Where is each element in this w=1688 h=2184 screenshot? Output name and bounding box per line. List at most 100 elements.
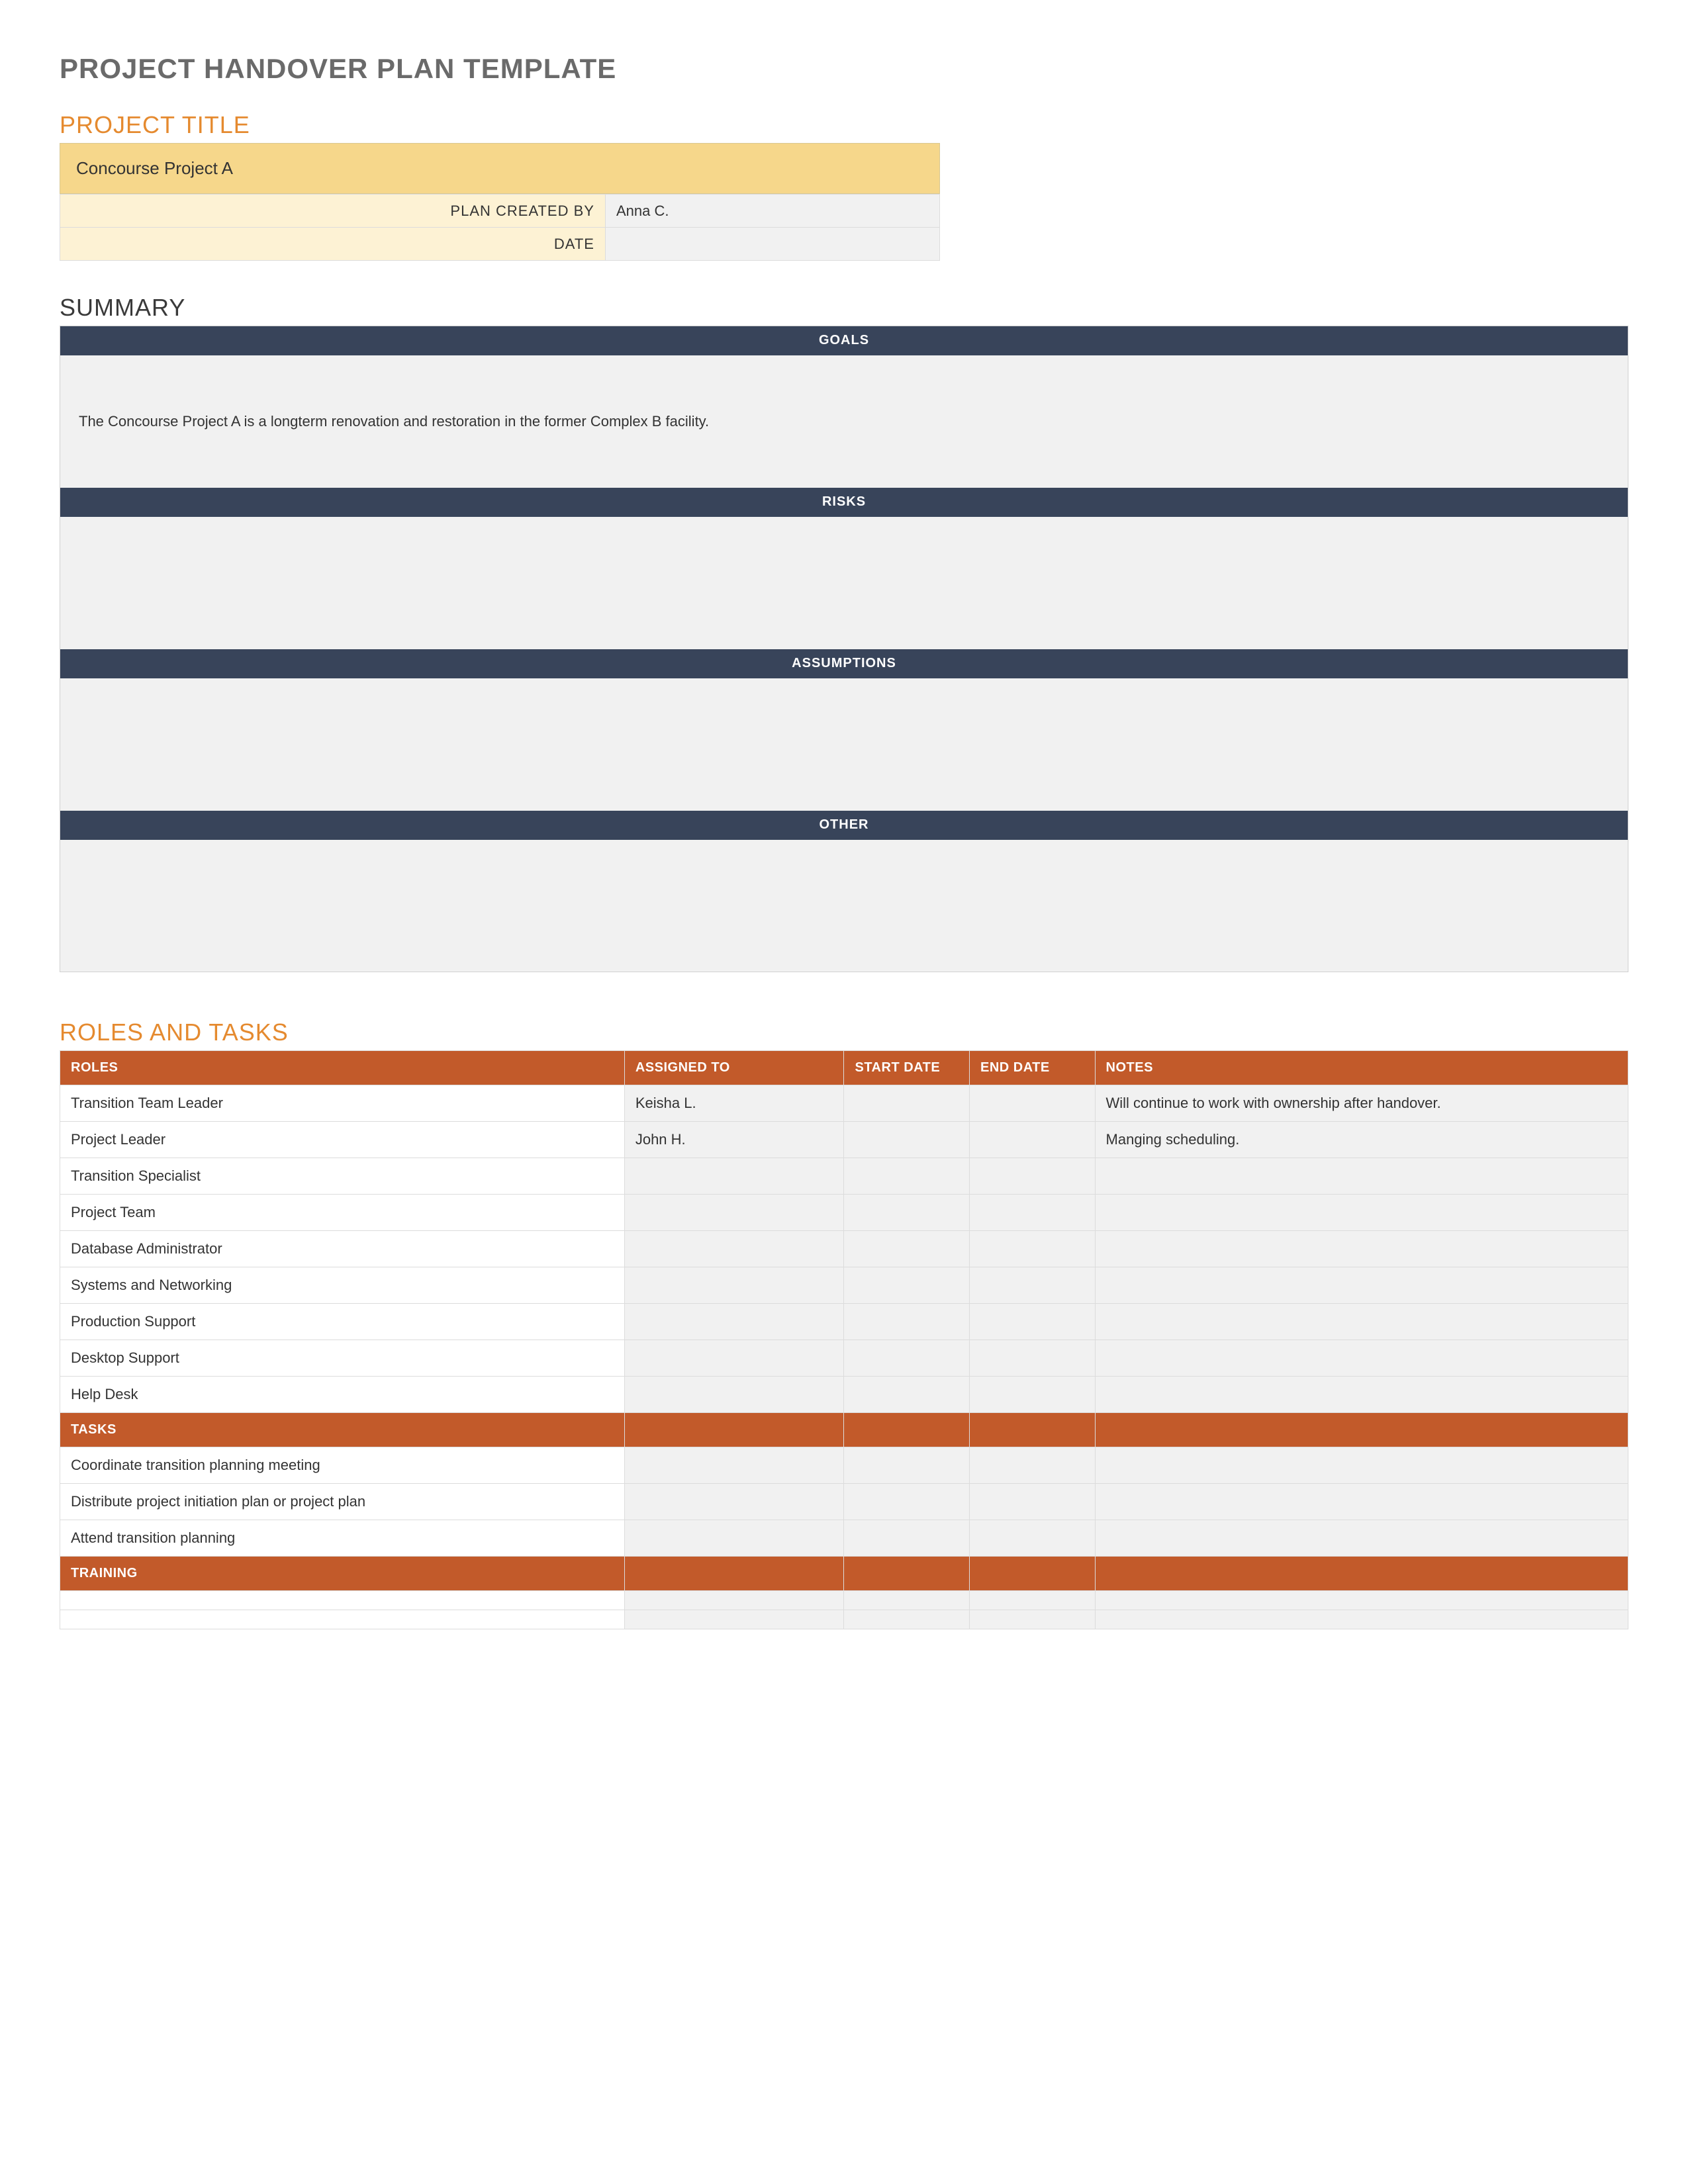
cell-role[interactable]: Coordinate transition planning meeting <box>60 1447 625 1484</box>
cell-end[interactable] <box>970 1520 1096 1557</box>
training-subheader: TRAINING <box>60 1557 1628 1591</box>
summary-other-content[interactable] <box>60 840 1628 972</box>
cell-notes[interactable] <box>1095 1231 1628 1267</box>
cell-role[interactable] <box>60 1610 625 1629</box>
col-roles: ROLES <box>60 1051 625 1085</box>
roles-row: Transition Specialist <box>60 1158 1628 1195</box>
cell-start[interactable] <box>844 1520 970 1557</box>
cell-role[interactable]: Help Desk <box>60 1377 625 1413</box>
cell-notes[interactable] <box>1095 1158 1628 1195</box>
cell-assigned[interactable] <box>624 1520 844 1557</box>
cell-start[interactable] <box>844 1267 970 1304</box>
document-title: PROJECT HANDOVER PLAN TEMPLATE <box>60 53 1628 85</box>
cell-role[interactable]: Distribute project initiation plan or pr… <box>60 1484 625 1520</box>
training-row <box>60 1610 1628 1629</box>
cell-start[interactable] <box>844 1122 970 1158</box>
tasks-row: Attend transition planning <box>60 1520 1628 1557</box>
project-title-value[interactable]: Concourse Project A <box>60 143 940 194</box>
cell-start[interactable] <box>844 1591 970 1610</box>
cell-start[interactable] <box>844 1304 970 1340</box>
cell-notes[interactable] <box>1095 1267 1628 1304</box>
cell-end[interactable] <box>970 1304 1096 1340</box>
cell-end[interactable] <box>970 1447 1096 1484</box>
cell-notes[interactable]: Will continue to work with ownership aft… <box>1095 1085 1628 1122</box>
cell-end[interactable] <box>970 1484 1096 1520</box>
cell-end[interactable] <box>970 1591 1096 1610</box>
cell-assigned[interactable] <box>624 1447 844 1484</box>
tasks-row: Distribute project initiation plan or pr… <box>60 1484 1628 1520</box>
cell-assigned[interactable] <box>624 1195 844 1231</box>
cell-assigned[interactable] <box>624 1484 844 1520</box>
cell-assigned[interactable] <box>624 1304 844 1340</box>
roles-row: Project LeaderJohn H. Manging scheduling. <box>60 1122 1628 1158</box>
cell-start[interactable] <box>844 1158 970 1195</box>
cell-end[interactable] <box>970 1122 1096 1158</box>
summary-goals-header: GOALS <box>60 326 1628 355</box>
cell-end[interactable] <box>970 1377 1096 1413</box>
cell-role[interactable] <box>60 1591 625 1610</box>
cell-start[interactable] <box>844 1610 970 1629</box>
cell-end[interactable] <box>970 1231 1096 1267</box>
cell-role[interactable]: Transition Specialist <box>60 1158 625 1195</box>
cell-notes[interactable] <box>1095 1591 1628 1610</box>
col-notes: NOTES <box>1095 1051 1628 1085</box>
cell-notes[interactable] <box>1095 1340 1628 1377</box>
cell-assigned[interactable]: John H. <box>624 1122 844 1158</box>
cell-end[interactable] <box>970 1085 1096 1122</box>
roles-row: Systems and Networking <box>60 1267 1628 1304</box>
cell-assigned[interactable]: Keisha L. <box>624 1085 844 1122</box>
summary-heading: SUMMARY <box>60 294 1628 322</box>
plan-created-by-label: PLAN CREATED BY <box>60 195 606 228</box>
cell-role[interactable]: Project Team <box>60 1195 625 1231</box>
tasks-subheader-label: TASKS <box>60 1413 625 1447</box>
cell-assigned[interactable] <box>624 1158 844 1195</box>
date-label: DATE <box>60 228 606 261</box>
cell-start[interactable] <box>844 1195 970 1231</box>
cell-notes[interactable] <box>1095 1377 1628 1413</box>
summary-goals-content[interactable]: The Concourse Project A is a longterm re… <box>60 355 1628 488</box>
cell-notes[interactable] <box>1095 1304 1628 1340</box>
cell-notes[interactable] <box>1095 1447 1628 1484</box>
cell-role[interactable]: Desktop Support <box>60 1340 625 1377</box>
cell-assigned[interactable] <box>624 1267 844 1304</box>
summary-assumptions-content[interactable] <box>60 678 1628 811</box>
cell-assigned[interactable] <box>624 1340 844 1377</box>
col-start: START DATE <box>844 1051 970 1085</box>
cell-notes[interactable] <box>1095 1484 1628 1520</box>
cell-notes[interactable] <box>1095 1520 1628 1557</box>
cell-start[interactable] <box>844 1484 970 1520</box>
date-value[interactable] <box>605 228 939 261</box>
cell-end[interactable] <box>970 1340 1096 1377</box>
cell-role[interactable]: Systems and Networking <box>60 1267 625 1304</box>
cell-notes[interactable] <box>1095 1610 1628 1629</box>
cell-start[interactable] <box>844 1231 970 1267</box>
col-assigned: ASSIGNED TO <box>624 1051 844 1085</box>
cell-role[interactable]: Database Administrator <box>60 1231 625 1267</box>
cell-start[interactable] <box>844 1447 970 1484</box>
summary-assumptions-header: ASSUMPTIONS <box>60 649 1628 678</box>
cell-end[interactable] <box>970 1267 1096 1304</box>
summary-risks-content[interactable] <box>60 517 1628 649</box>
cell-end[interactable] <box>970 1610 1096 1629</box>
cell-notes[interactable]: Manging scheduling. <box>1095 1122 1628 1158</box>
cell-end[interactable] <box>970 1158 1096 1195</box>
cell-role[interactable]: Production Support <box>60 1304 625 1340</box>
roles-header-row: ROLES ASSIGNED TO START DATE END DATE NO… <box>60 1051 1628 1085</box>
roles-row: Production Support <box>60 1304 1628 1340</box>
cell-start[interactable] <box>844 1377 970 1413</box>
cell-notes[interactable] <box>1095 1195 1628 1231</box>
cell-assigned[interactable] <box>624 1231 844 1267</box>
cell-assigned[interactable] <box>624 1377 844 1413</box>
cell-role[interactable]: Attend transition planning <box>60 1520 625 1557</box>
cell-end[interactable] <box>970 1195 1096 1231</box>
cell-assigned[interactable] <box>624 1591 844 1610</box>
cell-start[interactable] <box>844 1340 970 1377</box>
cell-role[interactable]: Project Leader <box>60 1122 625 1158</box>
summary-risks-header: RISKS <box>60 488 1628 517</box>
cell-assigned[interactable] <box>624 1610 844 1629</box>
training-row <box>60 1591 1628 1610</box>
cell-start[interactable] <box>844 1085 970 1122</box>
roles-row: Help Desk <box>60 1377 1628 1413</box>
plan-created-by-value[interactable]: Anna C. <box>605 195 939 228</box>
cell-role[interactable]: Transition Team Leader <box>60 1085 625 1122</box>
